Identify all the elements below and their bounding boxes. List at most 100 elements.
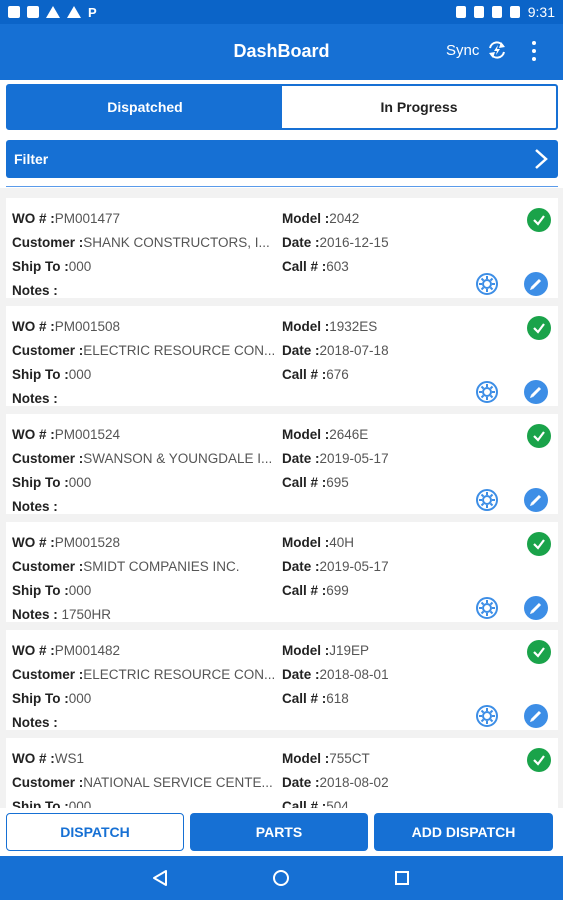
settings-gear-icon[interactable] — [475, 596, 499, 620]
customer-field: Customer :ELECTRIC RESOURCE CON... — [12, 343, 276, 358]
wo-number-value: PM001508 — [54, 319, 121, 334]
date-field: Date :2018-08-02 — [282, 775, 512, 790]
system-icons: 9:31 — [455, 4, 555, 20]
date-field: Date :2019-05-17 — [282, 451, 512, 466]
settings-gear-icon[interactable] — [475, 272, 499, 296]
bottom-action-bar: DISPATCH PARTS ADD DISPATCH — [0, 812, 563, 856]
call-number-field: Call # :504 — [282, 799, 512, 808]
notes-field: Notes : — [12, 499, 276, 514]
ship-to-label: Ship To : — [12, 475, 69, 490]
recent-apps-icon[interactable] — [394, 870, 410, 886]
ship-to-field: Ship To :000 — [12, 583, 276, 598]
call-number-label: Call # : — [282, 583, 327, 598]
date-value: 2018-07-18 — [319, 343, 389, 358]
model-field: Model :40H — [282, 535, 512, 550]
model-field: Model :1932ES — [282, 319, 512, 334]
ship-to-value: 000 — [68, 691, 92, 706]
settings-gear-icon[interactable] — [475, 488, 499, 512]
customer-value: SHANK CONSTRUCTORS, I... — [83, 235, 270, 250]
ship-to-value: 000 — [68, 583, 92, 598]
customer-value: SWANSON & YOUNGDALE I... — [83, 451, 273, 466]
model-value: J19EP — [329, 643, 370, 658]
wifi-icon — [491, 6, 502, 18]
work-order-card[interactable]: WO # :PM001482 Customer :ELECTRIC RESOURC… — [6, 630, 558, 730]
add-dispatch-button[interactable]: ADD DISPATCH — [374, 813, 553, 851]
customer-label: Customer : — [12, 343, 84, 358]
model-label: Model : — [282, 535, 330, 550]
wo-number-field: WO # :PM001482 — [12, 643, 276, 658]
notes-field: Notes : — [12, 283, 276, 298]
customer-field: Customer :SWANSON & YOUNGDALE I... — [12, 451, 276, 466]
work-order-card[interactable]: WO # :PM001524 Customer :SWANSON & YOUNGD… — [6, 414, 558, 514]
status-bar: P 9:31 — [0, 0, 563, 24]
check-icon — [527, 208, 551, 232]
dispatch-button[interactable]: DISPATCH — [6, 813, 184, 851]
wo-number-field: WO # :PM001524 — [12, 427, 276, 442]
customer-field: Customer :SHANK CONSTRUCTORS, I... — [12, 235, 276, 250]
model-value: 2646E — [329, 427, 369, 442]
work-order-card[interactable]: WO # :PM001477 Customer :SHANK CONSTRUCTO… — [6, 198, 558, 298]
model-field: Model :755CT — [282, 751, 512, 766]
notes-label: Notes : — [12, 607, 58, 622]
ship-to-value: 000 — [68, 367, 92, 382]
notes-label: Notes : — [12, 391, 58, 406]
customer-value: ELECTRIC RESOURCE CON... — [83, 343, 276, 358]
settings-gear-icon[interactable] — [475, 380, 499, 404]
customer-label: Customer : — [12, 451, 84, 466]
customer-value: SMIDT COMPANIES INC. — [83, 559, 240, 574]
wo-number-label: WO # : — [12, 751, 55, 766]
customer-label: Customer : — [12, 667, 84, 682]
location-icon — [455, 6, 466, 18]
customer-label: Customer : — [12, 559, 84, 574]
ship-to-label: Ship To : — [12, 367, 69, 382]
check-icon — [527, 316, 551, 340]
wo-number-value: PM001477 — [54, 211, 121, 226]
edit-pencil-icon[interactable] — [524, 596, 548, 620]
android-icon — [8, 6, 20, 18]
customer-field: Customer :ELECTRIC RESOURCE CON... — [12, 667, 276, 682]
work-order-card[interactable]: WO # :PM001508 Customer :ELECTRIC RESOURC… — [6, 306, 558, 406]
bluetooth-icon — [473, 6, 484, 18]
date-value: 2018-08-02 — [319, 775, 389, 790]
tab-dispatched[interactable]: Dispatched — [8, 86, 282, 128]
parts-button[interactable]: PARTS — [190, 813, 368, 851]
wo-number-label: WO # : — [12, 643, 55, 658]
back-icon[interactable] — [151, 869, 169, 887]
overflow-menu-icon[interactable] — [526, 38, 542, 64]
work-order-card[interactable]: WO # :WS1 Customer :NATIONAL SERVICE CENT… — [6, 738, 558, 808]
sync-label: Sync — [446, 41, 480, 59]
date-field: Date :2018-08-01 — [282, 667, 512, 682]
filter-button[interactable]: Filter — [6, 140, 558, 178]
call-number-value: 695 — [326, 475, 349, 490]
date-field: Date :2019-05-17 — [282, 559, 512, 574]
wo-number-label: WO # : — [12, 211, 55, 226]
wo-number-value: PM001528 — [54, 535, 121, 550]
settings-gear-icon[interactable] — [475, 704, 499, 728]
notification-icons: P — [8, 5, 97, 20]
chevron-right-icon — [535, 149, 548, 169]
date-label: Date : — [282, 235, 320, 250]
edit-pencil-icon[interactable] — [524, 704, 548, 728]
notes-value: 1750HR — [57, 607, 112, 622]
tab-in-progress[interactable]: In Progress — [282, 86, 556, 128]
tab-bar: Dispatched In Progress — [6, 84, 558, 130]
sync-button[interactable]: Sync — [446, 40, 507, 60]
home-icon[interactable] — [272, 869, 290, 887]
edit-pencil-icon[interactable] — [524, 380, 548, 404]
wo-number-field: WO # :PM001528 — [12, 535, 276, 550]
call-number-value: 618 — [326, 691, 349, 706]
edit-pencil-icon[interactable] — [524, 272, 548, 296]
date-field: Date :2016-12-15 — [282, 235, 512, 250]
status-time: 9:31 — [527, 4, 555, 20]
ship-to-label: Ship To : — [12, 799, 69, 808]
date-label: Date : — [282, 667, 320, 682]
model-value: 755CT — [329, 751, 370, 766]
check-icon — [527, 424, 551, 448]
call-number-label: Call # : — [282, 475, 327, 490]
customer-field: Customer :NATIONAL SERVICE CENTE... — [12, 775, 276, 790]
date-value: 2016-12-15 — [319, 235, 389, 250]
work-order-card[interactable]: WO # :PM001528 Customer :SMIDT COMPANIES … — [6, 522, 558, 622]
work-order-list[interactable]: WO # :PM001477 Customer :SHANK CONSTRUCTO… — [0, 188, 563, 808]
ship-to-field: Ship To :000 — [12, 259, 276, 274]
edit-pencil-icon[interactable] — [524, 488, 548, 512]
